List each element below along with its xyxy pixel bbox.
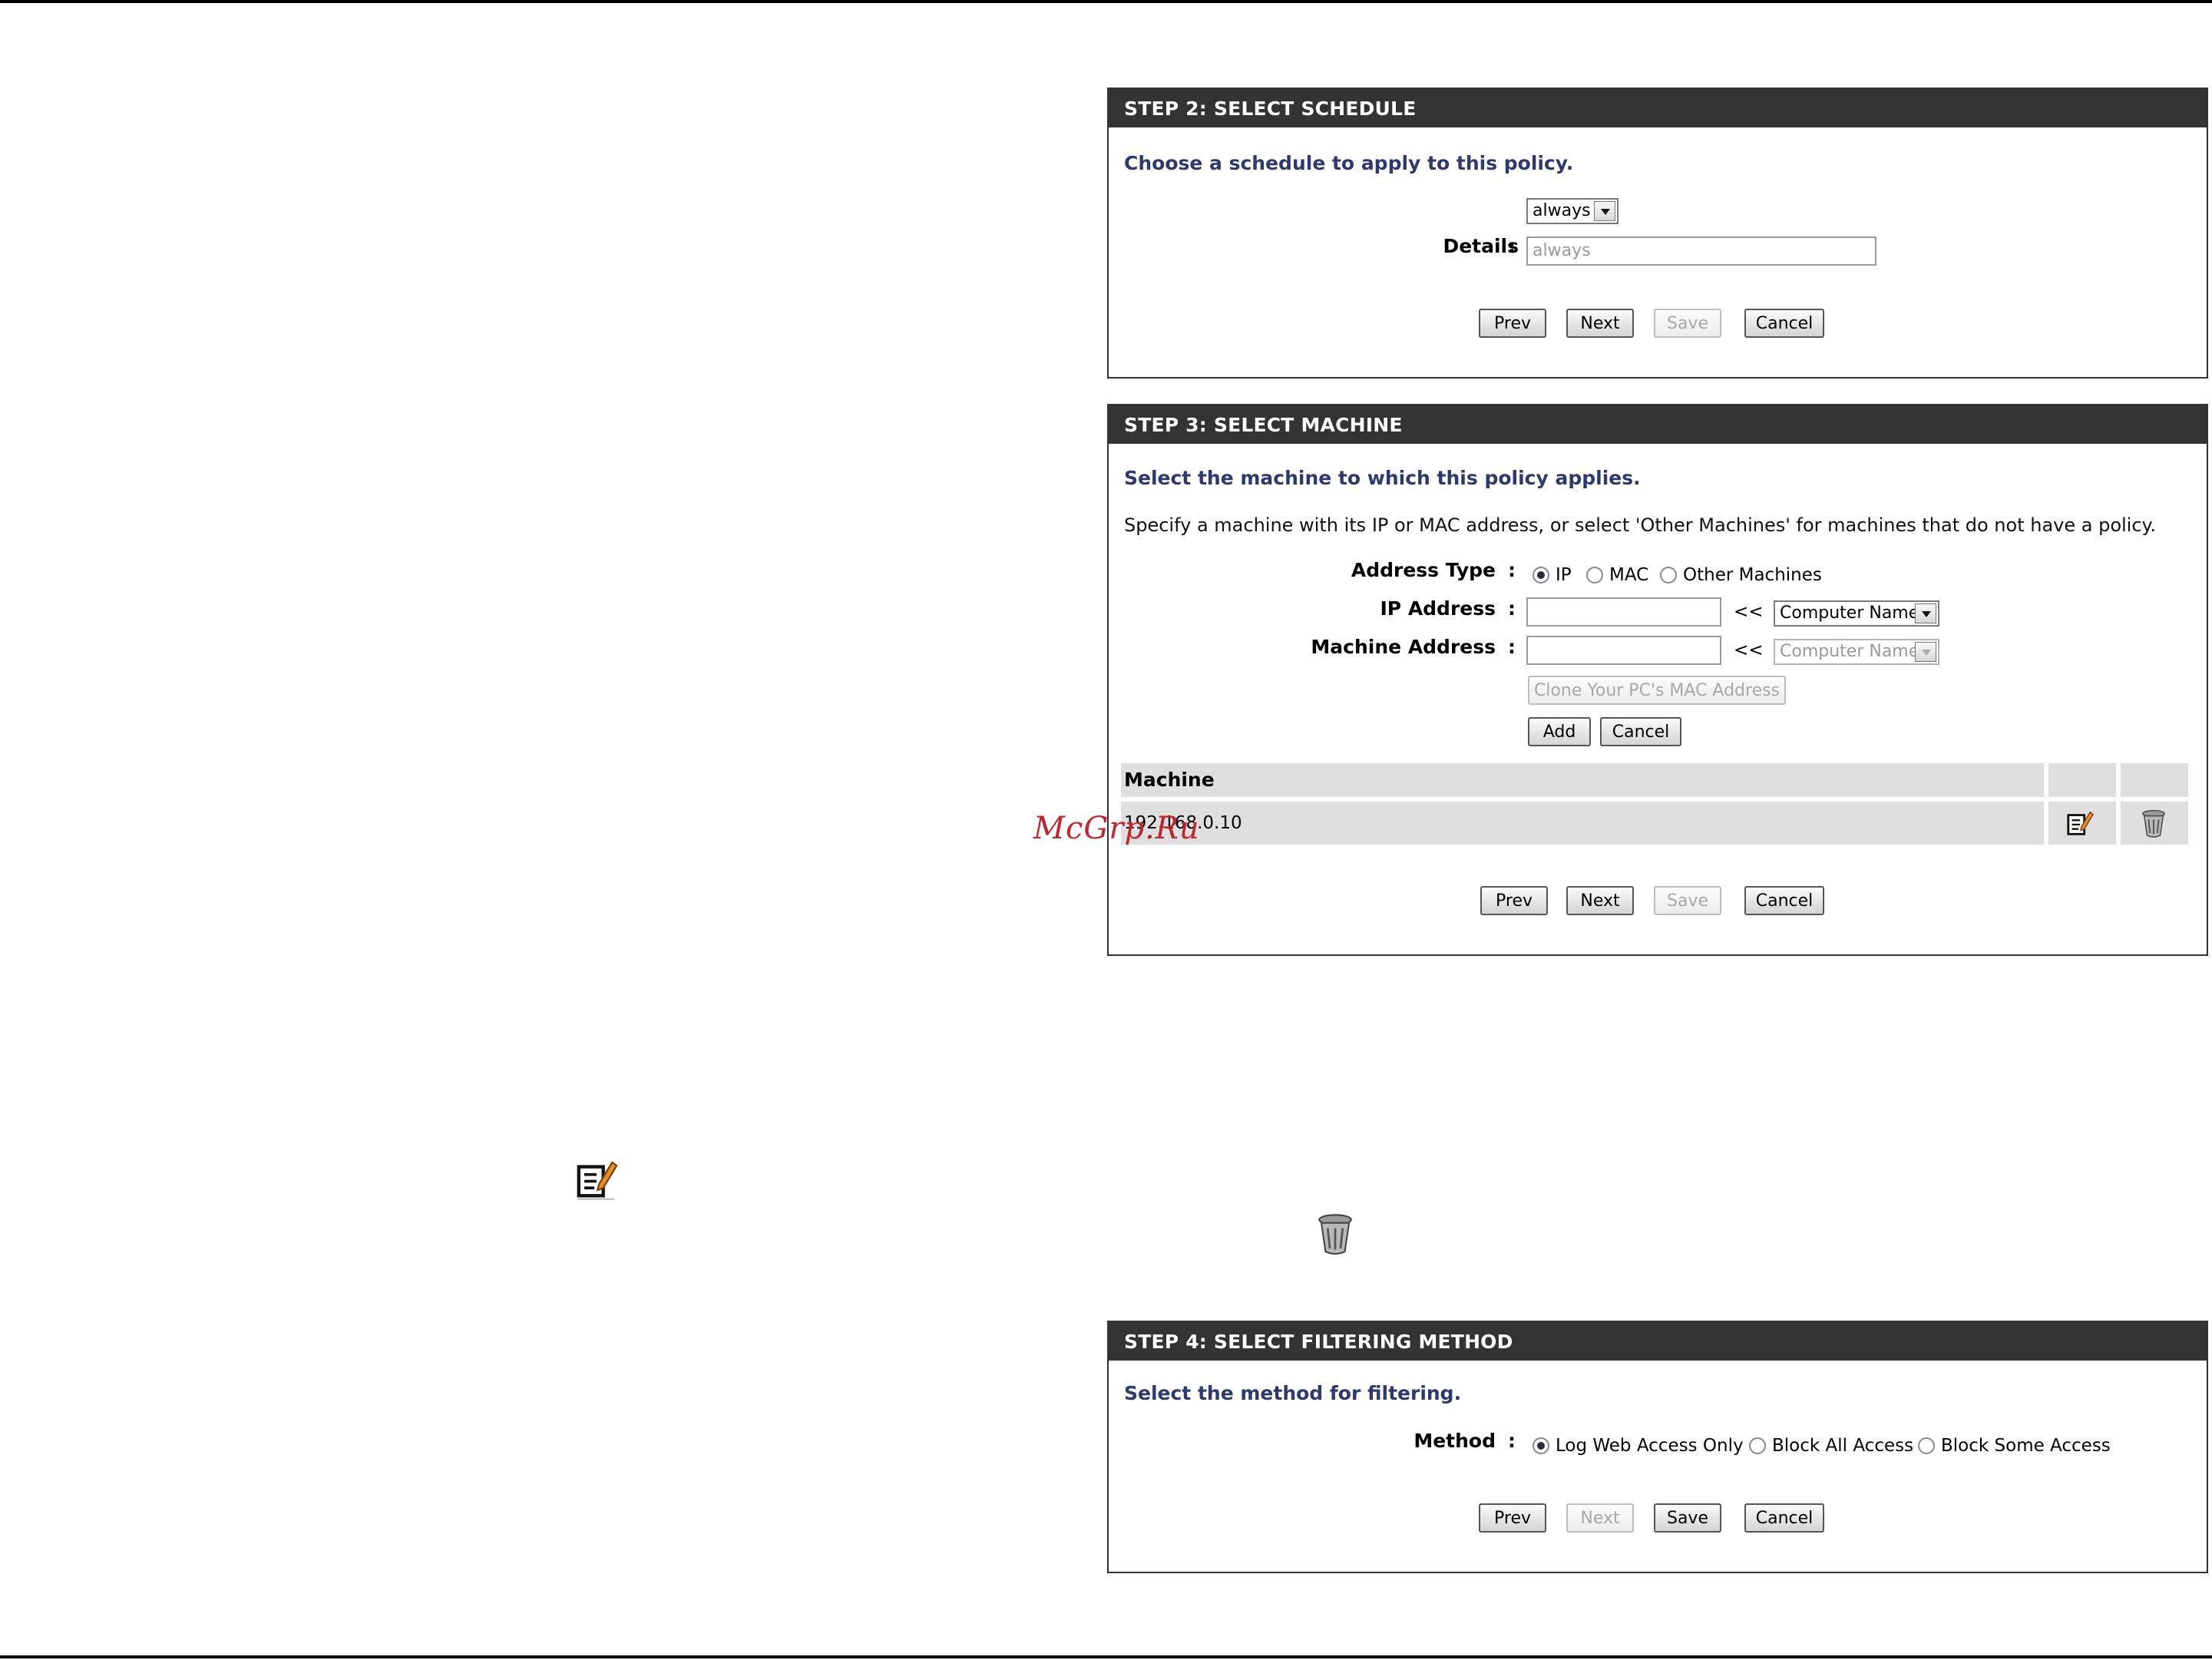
ip-address-colon: : — [1508, 597, 1516, 620]
mac-computer-name-value: Computer Name — [1780, 642, 1919, 661]
ip-computer-name-select[interactable]: Computer Name — [1774, 600, 1939, 627]
radio-block-all-access-label: Block All Access — [1772, 1436, 1914, 1456]
chevron-down-icon — [1594, 201, 1615, 221]
radio-mac-label: MAC — [1609, 565, 1649, 585]
radio-block-some-access-label: Block Some Access — [1941, 1436, 2111, 1456]
step3-next-button[interactable]: Next — [1566, 886, 1634, 915]
step3-prev-button[interactable]: Prev — [1480, 886, 1548, 915]
step3-header: STEP 3: SELECT MACHINE — [1109, 405, 2207, 444]
watermark: McGrp.Ru — [1033, 811, 1200, 846]
table-row: 192.168.0.10 — [1121, 802, 2044, 845]
step3-subtitle: Select the machine to which this policy … — [1124, 467, 1641, 489]
ip-computer-name-value: Computer Name — [1780, 603, 1919, 623]
step4-save-button[interactable]: Save — [1654, 1503, 1721, 1533]
details-label: Details — [1443, 235, 1519, 257]
address-type-colon: : — [1508, 559, 1516, 581]
step2-panel: STEP 2: SELECT SCHEDULE Choose a schedul… — [1107, 88, 2208, 379]
edit-icon — [577, 1161, 618, 1200]
mac-computer-name-select[interactable]: Computer Name — [1774, 639, 1939, 665]
step2-header: STEP 2: SELECT SCHEDULE — [1109, 89, 2207, 127]
details-colon: : — [1508, 235, 1516, 257]
step2-next-button[interactable]: Next — [1566, 309, 1634, 338]
step3-description: Specify a machine with its IP or MAC add… — [1124, 514, 2156, 536]
step2-save-button[interactable]: Save — [1654, 309, 1721, 338]
machine-address-colon: : — [1508, 636, 1516, 658]
ip-address-label: IP Address — [1380, 597, 1496, 620]
radio-other-machines-label: Other Machines — [1683, 565, 1822, 585]
details-field[interactable]: always — [1526, 236, 1876, 266]
radio-other-machines[interactable] — [1660, 567, 1677, 584]
step4-header: STEP 4: SELECT FILTERING METHOD — [1109, 1322, 2207, 1361]
method-label: Method — [1413, 1430, 1496, 1452]
step4-subtitle: Select the method for filtering. — [1124, 1382, 1462, 1404]
clone-mac-button[interactable]: Clone Your PC's MAC Address — [1528, 676, 1786, 705]
schedule-select-value: always — [1533, 201, 1591, 220]
step2-prev-button[interactable]: Prev — [1479, 309, 1546, 338]
table-row-delete-cell — [2121, 802, 2188, 845]
ip-address-field[interactable] — [1526, 597, 1721, 627]
step2-cancel-button[interactable]: Cancel — [1744, 309, 1824, 338]
step4-prev-button[interactable]: Prev — [1479, 1503, 1546, 1533]
radio-log-web-access-only[interactable] — [1533, 1437, 1549, 1454]
machine-address-label: Machine Address — [1311, 636, 1496, 658]
radio-ip[interactable] — [1533, 567, 1549, 584]
method-colon: : — [1508, 1430, 1516, 1452]
bottom-rule — [0, 1655, 2212, 1658]
cancel-machine-button[interactable]: Cancel — [1600, 717, 1681, 746]
edit-icon[interactable] — [2065, 809, 2095, 838]
machine-address-field[interactable] — [1526, 636, 1721, 665]
address-type-label: Address Type — [1351, 559, 1496, 581]
chevron-down-icon — [1915, 603, 1936, 623]
step3-save-button[interactable]: Save — [1654, 886, 1721, 915]
edit-column-header — [2048, 763, 2116, 797]
trash-icon — [1318, 1214, 1352, 1255]
radio-block-some-access[interactable] — [1918, 1437, 1935, 1454]
table-row-edit-cell — [2048, 802, 2116, 845]
mac-copy-arrows: << — [1734, 640, 1764, 660]
radio-mac[interactable] — [1586, 567, 1603, 584]
chevron-down-icon — [1915, 642, 1936, 662]
step4-cancel-button[interactable]: Cancel — [1744, 1503, 1824, 1533]
step3-cancel-button[interactable]: Cancel — [1744, 886, 1824, 915]
radio-ip-label: IP — [1556, 565, 1572, 585]
trash-icon[interactable] — [2141, 809, 2167, 838]
machine-column-header: Machine — [1121, 763, 2044, 797]
ip-copy-arrows: << — [1734, 602, 1764, 622]
radio-block-all-access[interactable] — [1749, 1437, 1766, 1454]
radio-log-web-access-only-label: Log Web Access Only — [1556, 1436, 1744, 1456]
step2-subtitle: Choose a schedule to apply to this polic… — [1124, 152, 1574, 174]
add-machine-button[interactable]: Add — [1528, 717, 1591, 746]
top-rule — [0, 0, 2212, 3]
delete-column-header — [2121, 763, 2188, 797]
step4-panel: STEP 4: SELECT FILTERING METHOD Select t… — [1107, 1321, 2208, 1573]
step4-next-button[interactable]: Next — [1566, 1503, 1634, 1533]
schedule-select[interactable]: always — [1526, 198, 1618, 224]
step3-panel: STEP 3: SELECT MACHINE Select the machin… — [1107, 404, 2208, 956]
